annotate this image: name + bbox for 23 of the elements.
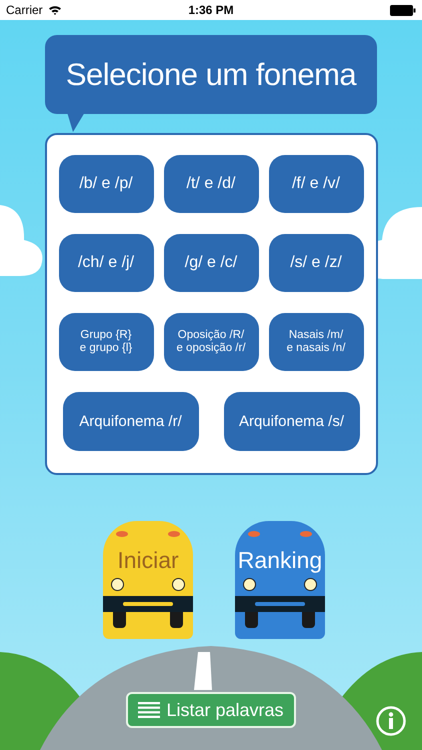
road-marking <box>194 652 212 690</box>
phoneme-button[interactable]: /b/ e /p/ <box>58 155 154 213</box>
page-title: Selecione um fonema <box>66 56 356 92</box>
phoneme-button[interactable]: /g/ e /c/ <box>164 234 258 292</box>
bus-button[interactable]: Ranking <box>235 521 325 639</box>
carrier-label: Carrier <box>6 3 43 17</box>
wifi-icon <box>48 5 62 15</box>
phoneme-button[interactable]: /f/ e /v/ <box>268 155 364 213</box>
phoneme-button[interactable]: Arquifonema /s/ <box>224 392 360 451</box>
cloud-drawing <box>0 205 42 276</box>
phoneme-button[interactable]: /s/ e /z/ <box>268 234 364 292</box>
info-icon[interactable] <box>376 706 406 736</box>
phoneme-button[interactable]: Oposição /R/ e oposição /r/ <box>164 313 258 371</box>
battery-icon <box>390 4 416 16</box>
phoneme-button[interactable]: Nasais /m/ e nasais /n/ <box>268 313 364 371</box>
phoneme-button[interactable]: /t/ e /d/ <box>164 155 258 213</box>
phoneme-button[interactable]: Arquifonema /r/ <box>62 392 198 451</box>
phoneme-button[interactable]: Grupo {R} e grupo {l} <box>58 313 154 371</box>
menu-icon <box>138 702 160 718</box>
bus-button[interactable]: Iniciar <box>103 521 193 639</box>
phoneme-button[interactable]: /ch/ e /j/ <box>58 234 154 292</box>
status-time: 1:36 PM <box>188 3 234 17</box>
list-words-button[interactable]: Listar palavras <box>126 692 296 728</box>
